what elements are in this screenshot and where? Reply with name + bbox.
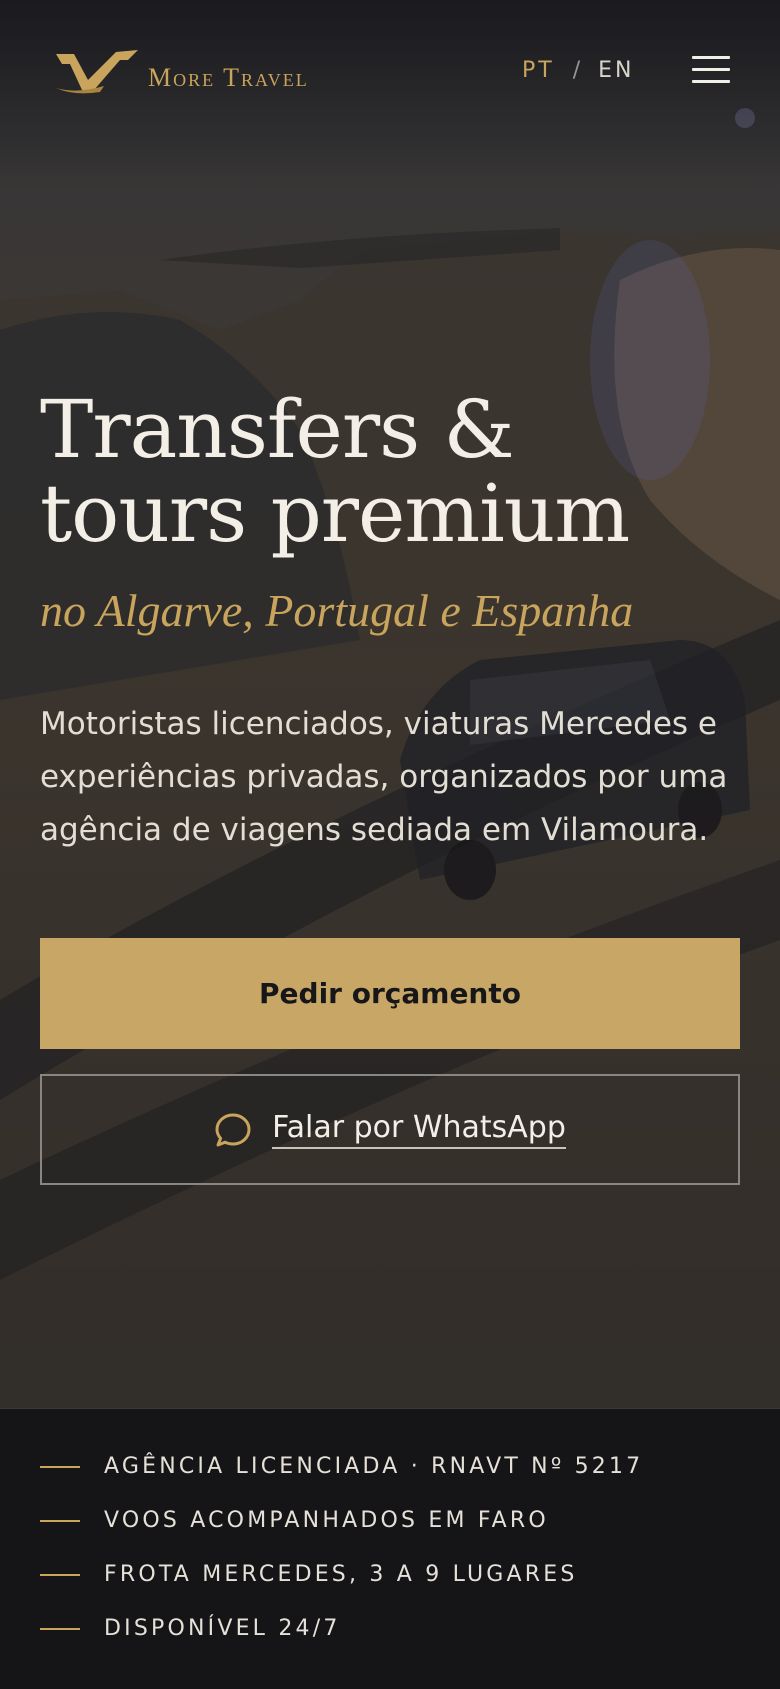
features-list: AGÊNCIA LICENCIADA · RNAVT Nº 5217 VOOS … <box>40 1453 643 1669</box>
feature-text: AGÊNCIA LICENCIADA · RNAVT Nº 5217 <box>104 1454 644 1479</box>
feature-text: DISPONÍVEL 24/7 <box>104 1616 341 1641</box>
features-strip: AGÊNCIA LICENCIADA · RNAVT Nº 5217 VOOS … <box>0 1408 780 1689</box>
feature-item: DISPONÍVEL 24/7 <box>40 1615 643 1642</box>
feature-item: VOOS ACOMPANHADOS EM FARO <box>40 1507 643 1534</box>
brand-logo-icon <box>56 50 138 94</box>
feature-dash <box>40 1627 80 1630</box>
brand-name: More Travel <box>148 63 309 92</box>
language-option-pt[interactable]: PT <box>522 58 555 83</box>
hero-title-line-2: tours premium <box>40 467 630 560</box>
language-switcher: PT / EN <box>522 58 635 83</box>
menu-bar <box>692 80 730 83</box>
feature-dash <box>40 1519 80 1522</box>
feature-dash <box>40 1465 80 1468</box>
feature-item: AGÊNCIA LICENCIADA · RNAVT Nº 5217 <box>40 1453 643 1480</box>
hamburger-menu-icon[interactable] <box>692 56 730 86</box>
language-option-en[interactable]: EN <box>598 58 634 83</box>
language-separator: / <box>572 58 581 83</box>
hero-description: Motoristas licenciados, viaturas Mercede… <box>40 706 728 848</box>
feature-text: VOOS ACOMPANHADOS EM FARO <box>104 1508 549 1533</box>
chat-bubble-icon <box>215 1113 251 1146</box>
hero-section: More Travel PT / EN Transfers & tours prem… <box>0 0 780 1408</box>
whatsapp-label: Falar por WhatsApp <box>272 1110 566 1149</box>
request-quote-label: Pedir orçamento <box>259 977 521 1010</box>
feature-dash <box>40 1573 80 1576</box>
menu-bar <box>692 56 730 59</box>
hero-title-line-1: Transfers & <box>40 383 515 476</box>
hero-subtitle: no Algarve, Portugal e Espanha <box>40 585 634 636</box>
feature-text: FROTA MERCEDES, 3 A 9 LUGARES <box>104 1562 578 1587</box>
feature-item: FROTA MERCEDES, 3 A 9 LUGARES <box>40 1561 643 1588</box>
request-quote-button[interactable]: Pedir orçamento <box>40 938 740 1049</box>
whatsapp-button[interactable]: Falar por WhatsApp <box>40 1074 740 1185</box>
hero-title: Transfers & tours premium <box>40 388 630 556</box>
site-header: More Travel PT / EN <box>0 0 780 150</box>
brand-logo-link[interactable]: More Travel <box>54 48 309 94</box>
menu-bar <box>692 68 730 71</box>
